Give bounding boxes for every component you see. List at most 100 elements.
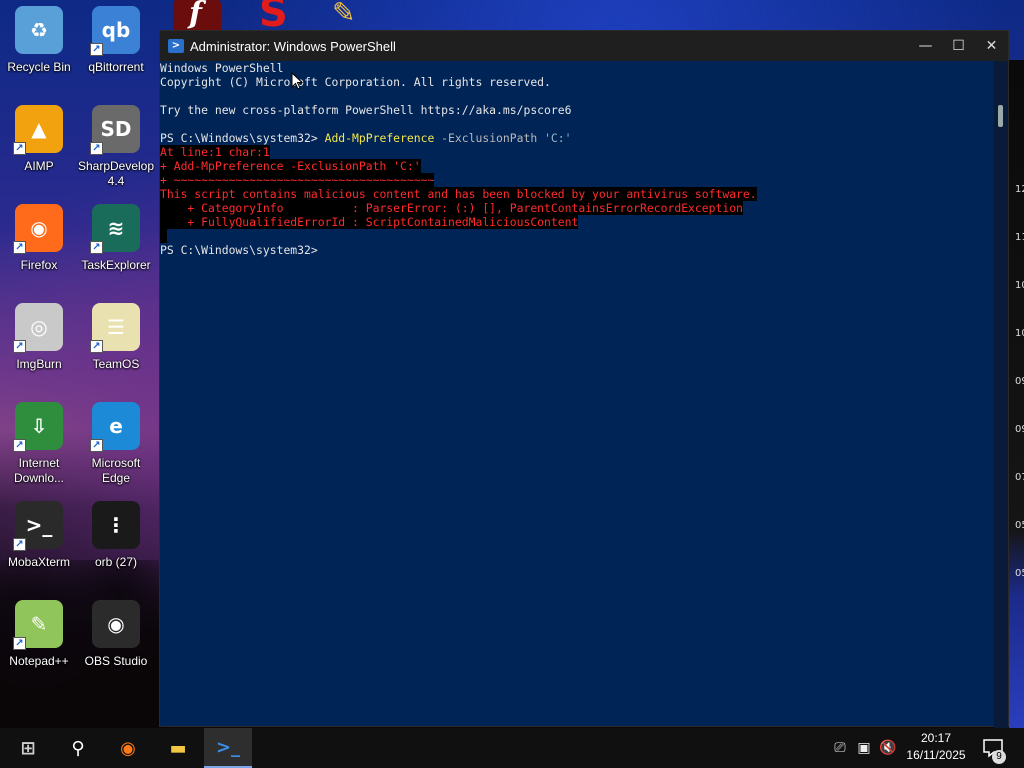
background-tick-label: 07 (1015, 472, 1024, 483)
powershell-icon: > (168, 39, 184, 53)
shortcut-arrow-icon: ↗ (13, 241, 26, 254)
console-text-segment: Try the new cross-platform PowerShell ht… (160, 103, 572, 117)
imgburn-icon: ◎ ↗ (13, 303, 63, 353)
console-line: Try the new cross-platform PowerShell ht… (160, 103, 996, 117)
aimp-icon: ▲ ↗ (13, 105, 63, 155)
desktop-icon-obs-studio[interactable]: ◉ OBS Studio (77, 596, 155, 692)
clock[interactable]: 20:17 16/11/2025 (900, 730, 972, 764)
background-tick-label: 11 (1015, 232, 1024, 243)
console-line: Copyright (C) Microsoft Corporation. All… (160, 75, 996, 89)
background-tick-label: 05 (1015, 568, 1024, 579)
teamos-icon: ☰ ↗ (90, 303, 140, 353)
console-text-segment: PS C:\Windows\system32> (160, 131, 325, 145)
desktop-background-strip: 12 11 10 10 09 09 07 05 05 (1009, 60, 1024, 730)
shortcut-arrow-icon: ↗ (90, 142, 103, 155)
console-text-segment: + Add-MpPreference -ExclusionPath 'C:' (160, 159, 421, 173)
desktop-icon-taskexplorer[interactable]: ≋ ↗ TaskExplorer (77, 200, 155, 296)
desktop-icon-sharpdevelop[interactable]: SD ↗ SharpDevelop 4.4 (77, 101, 155, 197)
desktop-icon-orb[interactable]: ⋮ orb (27) (77, 497, 155, 593)
vertical-scrollbar[interactable] (994, 61, 1008, 728)
background-tick-label: 10 (1015, 328, 1024, 339)
powershell-window[interactable]: > Administrator: Windows PowerShell — ☐ … (159, 30, 1009, 728)
console-line: + Add-MpPreference -ExclusionPath 'C:' (160, 159, 996, 173)
background-tick-label: 05 (1015, 520, 1024, 531)
console-output[interactable]: Windows PowerShell Copyright (C) Microsof… (160, 61, 996, 728)
desktop-icon-label: qBittorrent (88, 60, 144, 74)
desktop-icon-microsoft-edge[interactable]: e ↗ Microsoft Edge (77, 398, 155, 494)
desktop-icon-label: Firefox (20, 258, 58, 272)
volume-muted-icon[interactable]: 🔇 (876, 740, 900, 756)
desktop-icon-label: TaskExplorer (81, 258, 151, 272)
taskbar-search[interactable]: ⚲ (54, 728, 102, 768)
mobaxterm-icon: >_ ↗ (13, 501, 63, 551)
maximize-button[interactable]: ☐ (942, 31, 975, 61)
shortcut-arrow-icon: ↗ (13, 637, 26, 650)
shortcut-arrow-icon: ↗ (13, 439, 26, 452)
shortcut-arrow-icon: ↗ (90, 43, 103, 56)
qbittorrent-icon: qb ↗ (90, 6, 140, 56)
flash-shortcut-icon[interactable]: f (173, 0, 221, 34)
desktop-icon-internet-download[interactable]: ⇩ ↗ Internet Downlo... (0, 398, 78, 494)
desktop-icon-mobaxterm[interactable]: >_ ↗ MobaXterm (0, 497, 78, 593)
desktop-icon-label: SharpDevelop 4.4 (77, 159, 155, 188)
network-disconnected-icon[interactable]: ▣ (852, 740, 876, 756)
background-tick-label: 12 (1015, 184, 1024, 195)
desktop-icon-aimp[interactable]: ▲ ↗ AIMP (0, 101, 78, 197)
console-text-segment: PS C:\Windows\system32> (160, 243, 318, 257)
red-s-shortcut-icon[interactable]: S (255, 0, 303, 36)
desktop-icon-label: Microsoft Edge (91, 456, 141, 485)
file-explorer-icon: ▬ (169, 737, 187, 759)
desktop-icon-firefox[interactable]: ◉ ↗ Firefox (0, 200, 78, 296)
sharpdevelop-icon: SD ↗ (90, 105, 140, 155)
desktop-icon-teamos[interactable]: ☰ ↗ TeamOS (77, 299, 155, 395)
background-tick-label: 09 (1015, 424, 1024, 435)
console-text-segment: 'C:' (544, 131, 572, 145)
window-titlebar[interactable]: > Administrator: Windows PowerShell — ☐ … (160, 31, 1008, 61)
console-text-segment: + FullyQualifiedErrorId : ScriptContaine… (160, 215, 579, 229)
taskbar-start[interactable]: ⊞ (4, 728, 52, 768)
console-line: At line:1 char:1 (160, 145, 996, 159)
console-line: Windows PowerShell (160, 61, 996, 75)
console-text-segment: + ~~~~~~~~~~~~~~~~~~~~~~~~~~~~~~~~~~~~~~ (160, 173, 435, 187)
taskexplorer-icon: ≋ ↗ (90, 204, 140, 254)
desktop-icon-label: Notepad++ (9, 654, 69, 668)
desktop-icon-recycle-bin[interactable]: ♻ Recycle Bin (0, 2, 78, 98)
background-tick-label: 10 (1015, 280, 1024, 291)
desktop-icon-imgburn[interactable]: ◎ ↗ ImgBurn (0, 299, 78, 395)
shortcut-arrow-icon: ↗ (90, 241, 103, 254)
desktop-icon-label: MobaXterm (7, 555, 71, 569)
console-line: + CategoryInfo : ParserError: (:) [], Pa… (160, 201, 996, 215)
shortcut-arrow-icon: ↗ (90, 439, 103, 452)
desktop-icon-label: AIMP (24, 159, 54, 173)
pen-shortcut-icon[interactable]: ✎ (330, 0, 370, 34)
desktop-icon-label: orb (27) (94, 555, 138, 569)
desktop-icon-notepadpp[interactable]: ✎ ↗ Notepad++ (0, 596, 78, 692)
obs-studio-icon: ◉ (92, 600, 140, 648)
console-line: + FullyQualifiedErrorId : ScriptContaine… (160, 215, 996, 229)
shortcut-arrow-icon: ↗ (13, 538, 26, 551)
console-text-segment (160, 229, 167, 243)
desktop-icon-qbittorrent[interactable]: qb ↗ qBittorrent (77, 2, 155, 98)
internet-download-manager-icon: ⇩ ↗ (13, 402, 63, 452)
meet-now-icon[interactable]: ⎚ (828, 740, 852, 756)
taskbar-file-explorer[interactable]: ▬ (154, 728, 202, 768)
notepadpp-icon: ✎ ↗ (13, 600, 63, 650)
console-line: PS C:\Windows\system32> (160, 243, 996, 257)
console-text-segment: This script contains malicious content a… (160, 187, 757, 201)
console-line: This script contains malicious content a… (160, 187, 996, 201)
orb-file-icon: ⋮ (92, 501, 140, 549)
close-button[interactable]: ✕ (975, 31, 1008, 61)
taskbar-powershell[interactable]: >_ (204, 728, 252, 768)
desktop-icon-label: OBS Studio (84, 654, 148, 668)
scrollbar-thumb[interactable] (998, 105, 1003, 127)
window-title: Administrator: Windows PowerShell (190, 38, 396, 54)
taskbar-firefox[interactable]: ◉ (104, 728, 152, 768)
console-text-segment: -ExclusionPath (434, 131, 545, 145)
clock-date: 16/11/2025 (906, 748, 966, 762)
shortcut-arrow-icon: ↗ (90, 340, 103, 353)
clock-time: 20:17 (920, 731, 952, 745)
recycle-bin-icon: ♻ (15, 6, 63, 54)
minimize-button[interactable]: — (909, 31, 942, 61)
